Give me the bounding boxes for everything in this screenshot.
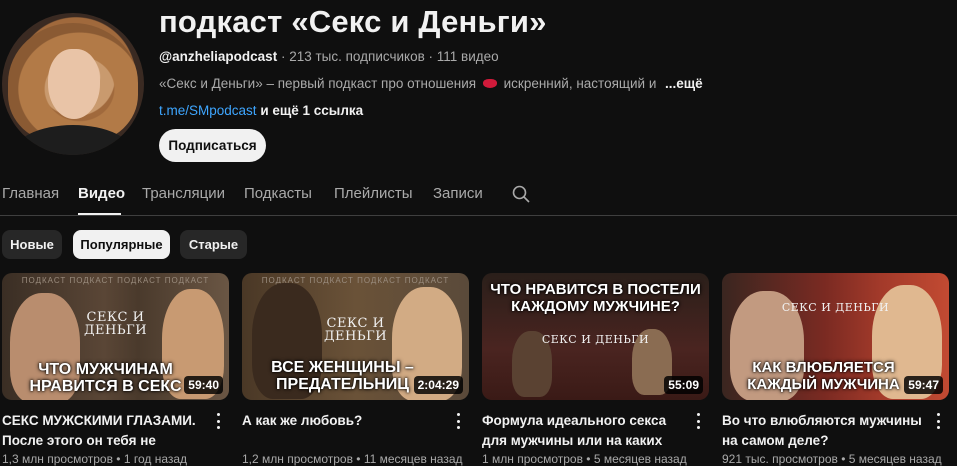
channel-meta: @anzheliapodcast · 213 тыс. подписчиков … xyxy=(159,49,499,64)
search-icon[interactable] xyxy=(512,185,530,203)
more-vert-icon[interactable] xyxy=(696,413,700,429)
video-views: 1,3 млн просмотров xyxy=(2,452,113,466)
tab-live[interactable]: Трансляции xyxy=(142,185,225,202)
subscriber-count: 213 тыс. подписчиков xyxy=(289,49,425,64)
tab-posts[interactable]: Записи xyxy=(433,185,483,202)
more-vert-icon[interactable] xyxy=(456,413,460,429)
more-vert-icon[interactable] xyxy=(216,413,220,429)
thumbnail-logo: СЕКС И ДЕНЬГИ xyxy=(781,301,890,314)
channel-title: подкаст «Секс и Деньги» xyxy=(159,4,547,39)
video-card[interactable]: ПОДКАСТ ПОДКАСТ ПОДКАСТ ПОДКАСТ СЕКС И Д… xyxy=(242,273,469,466)
tab-home[interactable]: Главная xyxy=(2,185,59,202)
description-start: «Секс и Деньги» – первый подкаст про отн… xyxy=(159,76,477,91)
video-title[interactable]: СЕКС МУЖСКИМИ ГЛАЗАМИ. После этого он те… xyxy=(2,411,207,451)
channel-link[interactable]: t.me/SMpodcast xyxy=(159,103,257,118)
thumbnail-logo: СЕКС И ДЕНЬГИ xyxy=(83,310,148,338)
channel-links: t.me/SMpodcast и ещё 1 ссылка xyxy=(159,103,363,118)
video-meta: 921 тыс. просмотров • 5 месяцев назад xyxy=(722,452,942,466)
tab-podcasts[interactable]: Подкасты xyxy=(244,185,312,202)
video-age: 5 месяцев назад xyxy=(593,452,687,466)
channel-description[interactable]: «Секс и Деньги» – первый подкаст про отн… xyxy=(159,76,656,91)
tab-playlists[interactable]: Плейлисты xyxy=(334,185,413,202)
active-tab-indicator xyxy=(78,213,121,215)
video-views: 921 тыс. просмотров xyxy=(722,452,838,466)
channel-avatar[interactable] xyxy=(2,13,144,155)
video-duration: 2:04:29 xyxy=(413,376,463,394)
video-views: 1,2 млн просмотров xyxy=(242,452,353,466)
video-thumbnail[interactable]: ПОДКАСТ ПОДКАСТ ПОДКАСТ ПОДКАСТ СЕКС И Д… xyxy=(242,273,469,400)
video-age: 1 год назад xyxy=(123,452,188,466)
avatar-face xyxy=(48,49,100,119)
thumbnail-caption: ЧТО НРАВИТСЯ В ПОСТЕЛИ КАЖДОМУ МУЖЧИНЕ? xyxy=(490,281,701,315)
video-duration: 59:47 xyxy=(904,376,943,394)
thumbnail-logo: СЕКС И ДЕНЬГИ xyxy=(323,316,388,344)
chip-oldest[interactable]: Старые xyxy=(180,230,247,259)
description-end: искренний, настоящий и xyxy=(503,76,657,91)
video-title[interactable]: Формула идеального секса для мужчины или… xyxy=(482,411,687,451)
chip-popular[interactable]: Популярные xyxy=(73,230,170,259)
video-age: 11 месяцев назад xyxy=(363,452,463,466)
subscribe-button[interactable]: Подписаться xyxy=(159,129,266,162)
video-title[interactable]: А как же любовь? xyxy=(242,411,447,431)
video-thumbnail[interactable]: ПОДКАСТ ПОДКАСТ ПОДКАСТ ПОДКАСТ СЕКС И Д… xyxy=(2,273,229,400)
meta-separator: · xyxy=(424,49,437,64)
chip-latest[interactable]: Новые xyxy=(2,230,62,259)
video-age: 5 месяцев назад xyxy=(848,452,942,466)
video-title[interactable]: Во что влюбляются мужчины на самом деле?… xyxy=(722,411,927,451)
meta-separator: · xyxy=(277,49,290,64)
description-more-button[interactable]: ...ещё xyxy=(665,76,703,91)
video-duration: 55:09 xyxy=(664,376,703,394)
more-vert-icon[interactable] xyxy=(936,413,940,429)
tab-videos[interactable]: Видео xyxy=(78,185,125,202)
more-links-button[interactable]: и ещё 1 ссылка xyxy=(260,103,363,118)
video-thumbnail[interactable]: СЕКС И ДЕНЬГИ КАК ВЛЮБЛЯЕТСЯ КАЖДЫЙ МУЖЧ… xyxy=(722,273,949,400)
video-count: 111 видео xyxy=(436,49,499,64)
thumbnail-logo: СЕКС И ДЕНЬГИ xyxy=(541,333,650,346)
video-meta: 1 млн просмотров • 5 месяцев назад xyxy=(482,452,687,466)
video-duration: 59:40 xyxy=(184,376,223,394)
video-meta: 1,2 млн просмотров • 11 месяцев назад xyxy=(242,452,463,466)
lips-icon xyxy=(482,79,497,88)
video-views: 1 млн просмотров xyxy=(482,452,583,466)
channel-tabs: Главная Видео Трансляции Подкасты Плейли… xyxy=(0,176,957,216)
video-card[interactable]: СЕКС И ДЕНЬГИ КАК ВЛЮБЛЯЕТСЯ КАЖДЫЙ МУЖЧ… xyxy=(722,273,949,466)
video-card[interactable]: ПОДКАСТ ПОДКАСТ ПОДКАСТ ПОДКАСТ СЕКС И Д… xyxy=(2,273,229,466)
channel-handle: @anzheliapodcast xyxy=(159,49,278,64)
video-card[interactable]: ЧТО НРАВИТСЯ В ПОСТЕЛИ КАЖДОМУ МУЖЧИНЕ? … xyxy=(482,273,709,466)
thumbnail-topline: ПОДКАСТ ПОДКАСТ ПОДКАСТ ПОДКАСТ xyxy=(21,276,210,285)
video-thumbnail[interactable]: ЧТО НРАВИТСЯ В ПОСТЕЛИ КАЖДОМУ МУЖЧИНЕ? … xyxy=(482,273,709,400)
video-meta: 1,3 млн просмотров • 1 год назад xyxy=(2,452,188,466)
